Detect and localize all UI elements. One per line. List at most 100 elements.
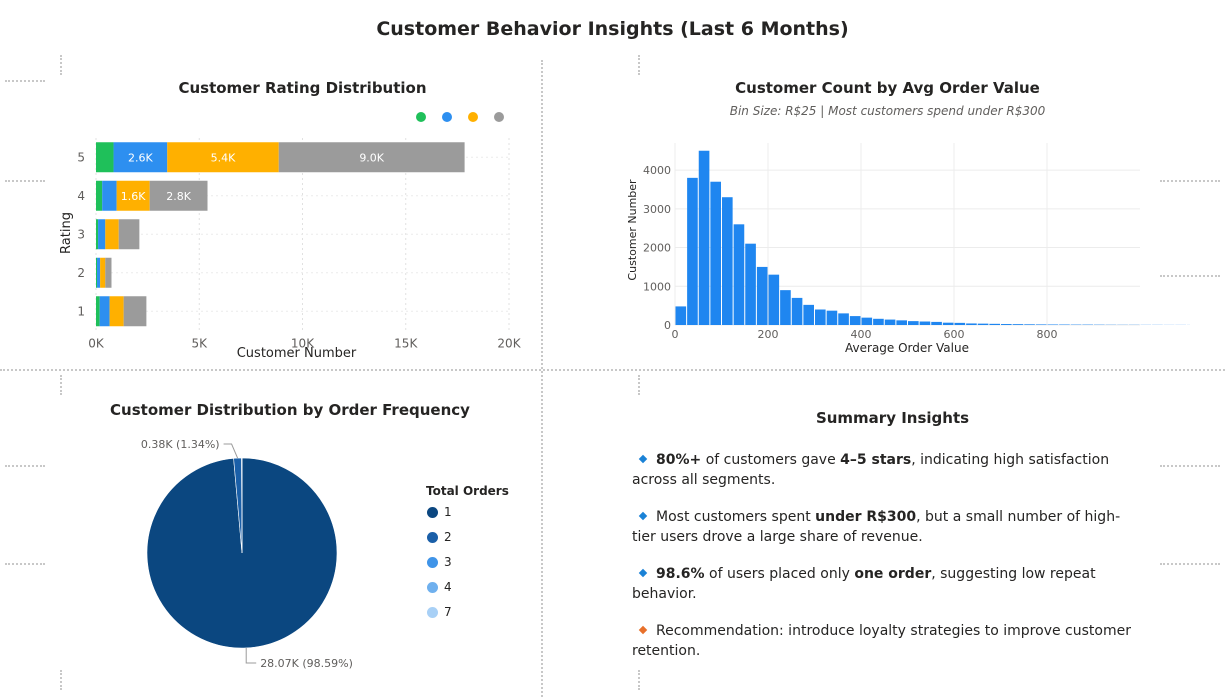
rating-y-tick: 5 xyxy=(77,150,85,164)
divider-center xyxy=(541,60,543,697)
pie-legend-label: 3 xyxy=(444,555,452,569)
rating-bar-segment xyxy=(123,296,147,327)
rating-bar-segment xyxy=(96,142,114,173)
diamond-bullet-icon xyxy=(638,625,648,635)
hist-bar xyxy=(989,323,1000,325)
hist-x-tick: 200 xyxy=(758,328,779,341)
divider-right-bottom xyxy=(1160,465,1220,467)
divider-bottom-left2 xyxy=(60,670,62,690)
hist-y-tick: 4000 xyxy=(643,164,671,177)
hist-bar xyxy=(1012,324,1024,325)
hist-bar xyxy=(849,316,861,325)
rating-chart-title: Customer Rating Distribution xyxy=(178,79,427,97)
rating-bar-segment xyxy=(99,296,110,327)
rating-bar-segment xyxy=(97,257,101,288)
hist-bar xyxy=(745,243,756,325)
hist-bar xyxy=(710,181,721,325)
hist-bar xyxy=(966,323,977,325)
rating-x-axis-label: Customer Number xyxy=(237,346,357,361)
insight-item: 98.6% of users placed only one order, su… xyxy=(632,564,1132,604)
hist-x-tick: 0 xyxy=(672,328,679,341)
insight-emphasis: 98.6% xyxy=(656,566,705,582)
hist-bar xyxy=(954,322,966,325)
legend-swatch-icon xyxy=(427,531,438,543)
divider-top-right xyxy=(638,55,640,75)
divider-right-bottom2 xyxy=(1160,563,1220,565)
hist-bar xyxy=(1024,324,1035,325)
legend-swatch-icon xyxy=(427,556,438,568)
rating-bar-segment xyxy=(96,296,100,327)
hist-x-tick: 400 xyxy=(851,328,872,341)
hist-bar xyxy=(803,304,814,325)
hist-bar xyxy=(908,321,919,325)
rating-x-tick: 5K xyxy=(191,337,208,351)
pie-legend-item: 3 xyxy=(427,555,452,569)
rating-x-tick: 15K xyxy=(394,337,418,351)
rating-bar-segment xyxy=(96,180,103,211)
legend-swatch-icon xyxy=(427,581,438,593)
hist-bar xyxy=(780,290,791,325)
rating-legend-dot xyxy=(442,112,452,122)
divider-top-left xyxy=(60,55,62,75)
hist-bar xyxy=(756,266,768,325)
hist-y-tick: 1000 xyxy=(643,280,671,293)
pie-label-small: 0.38K (1.34%) xyxy=(141,438,220,451)
hist-bar xyxy=(768,274,780,325)
pie-legend-item: 1 xyxy=(427,505,452,519)
insight-emphasis: one order xyxy=(854,566,932,582)
hist-bar xyxy=(861,317,873,325)
hist-y-tick: 2000 xyxy=(643,242,671,255)
insight-text: Most customers spent xyxy=(656,509,816,525)
pie-legend-label: 2 xyxy=(444,530,452,544)
hist-bar xyxy=(1035,324,1047,325)
hist-bar xyxy=(791,297,803,325)
hist-bar xyxy=(722,197,733,325)
hist-bar xyxy=(931,321,942,325)
rating-chart: 0K 5K 10K 15K 20K5 2.6K 5.4K 9.0K4 1.6K 2.8K321Cu… xyxy=(59,112,522,361)
rating-legend-dot xyxy=(416,112,426,122)
hist-bar xyxy=(977,323,989,325)
summary-insights: 80%+ of customers gave 4–5 stars, indica… xyxy=(632,450,1132,678)
hist-bar xyxy=(675,306,687,325)
rating-y-axis-label: Rating xyxy=(59,212,74,254)
rating-bar-segment xyxy=(96,219,99,250)
divider-left-top xyxy=(5,80,45,82)
summary-title: Summary Insights xyxy=(815,409,970,427)
dashboard-title: Customer Behavior Insights (Last 6 Month… xyxy=(376,18,849,40)
rating-y-tick: 2 xyxy=(77,266,85,280)
hist-bar xyxy=(942,322,954,325)
rating-bar-segment xyxy=(96,257,98,288)
pie-legend-label: 1 xyxy=(444,505,452,519)
pie-legend-label: 4 xyxy=(444,580,452,594)
histogram-title: Customer Count by Avg Order Value xyxy=(735,79,1040,97)
rating-data-label: 5.4K xyxy=(211,151,236,164)
hist-x-tick: 600 xyxy=(944,328,965,341)
pie-chart-title: Customer Distribution by Order Frequency xyxy=(110,401,470,419)
rating-data-label: 2.8K xyxy=(166,190,191,203)
rating-bar-segment xyxy=(100,257,106,288)
hist-bar xyxy=(873,318,884,325)
hist-bar xyxy=(826,310,838,325)
rating-y-tick: 3 xyxy=(77,227,85,241)
insight-text: of users placed only xyxy=(704,566,855,582)
insight-text: of customers gave xyxy=(701,452,841,468)
rating-bar-segment xyxy=(98,219,106,250)
pie-legend-item: 2 xyxy=(427,530,452,544)
hist-bar xyxy=(896,320,907,325)
divider-left-bottom2 xyxy=(5,563,45,565)
rating-bar-segment xyxy=(102,180,117,211)
hist-bar xyxy=(687,177,698,325)
hist-bar xyxy=(733,224,745,325)
rating-y-tick: 1 xyxy=(77,304,85,318)
pie-legend-label: 7 xyxy=(444,605,452,619)
rating-y-tick: 4 xyxy=(77,189,85,203)
insight-item: 80%+ of customers gave 4–5 stars, indica… xyxy=(632,450,1132,490)
rating-data-label: 1.6K xyxy=(121,190,146,203)
hist-bar xyxy=(1001,324,1012,325)
rating-x-tick: 0K xyxy=(88,337,105,351)
hist-y-tick: 3000 xyxy=(643,203,671,216)
rating-bar-segment xyxy=(105,219,119,250)
insight-emphasis: under R$300 xyxy=(815,509,917,525)
legend-swatch-icon xyxy=(427,606,438,618)
hist-bar xyxy=(838,313,849,325)
